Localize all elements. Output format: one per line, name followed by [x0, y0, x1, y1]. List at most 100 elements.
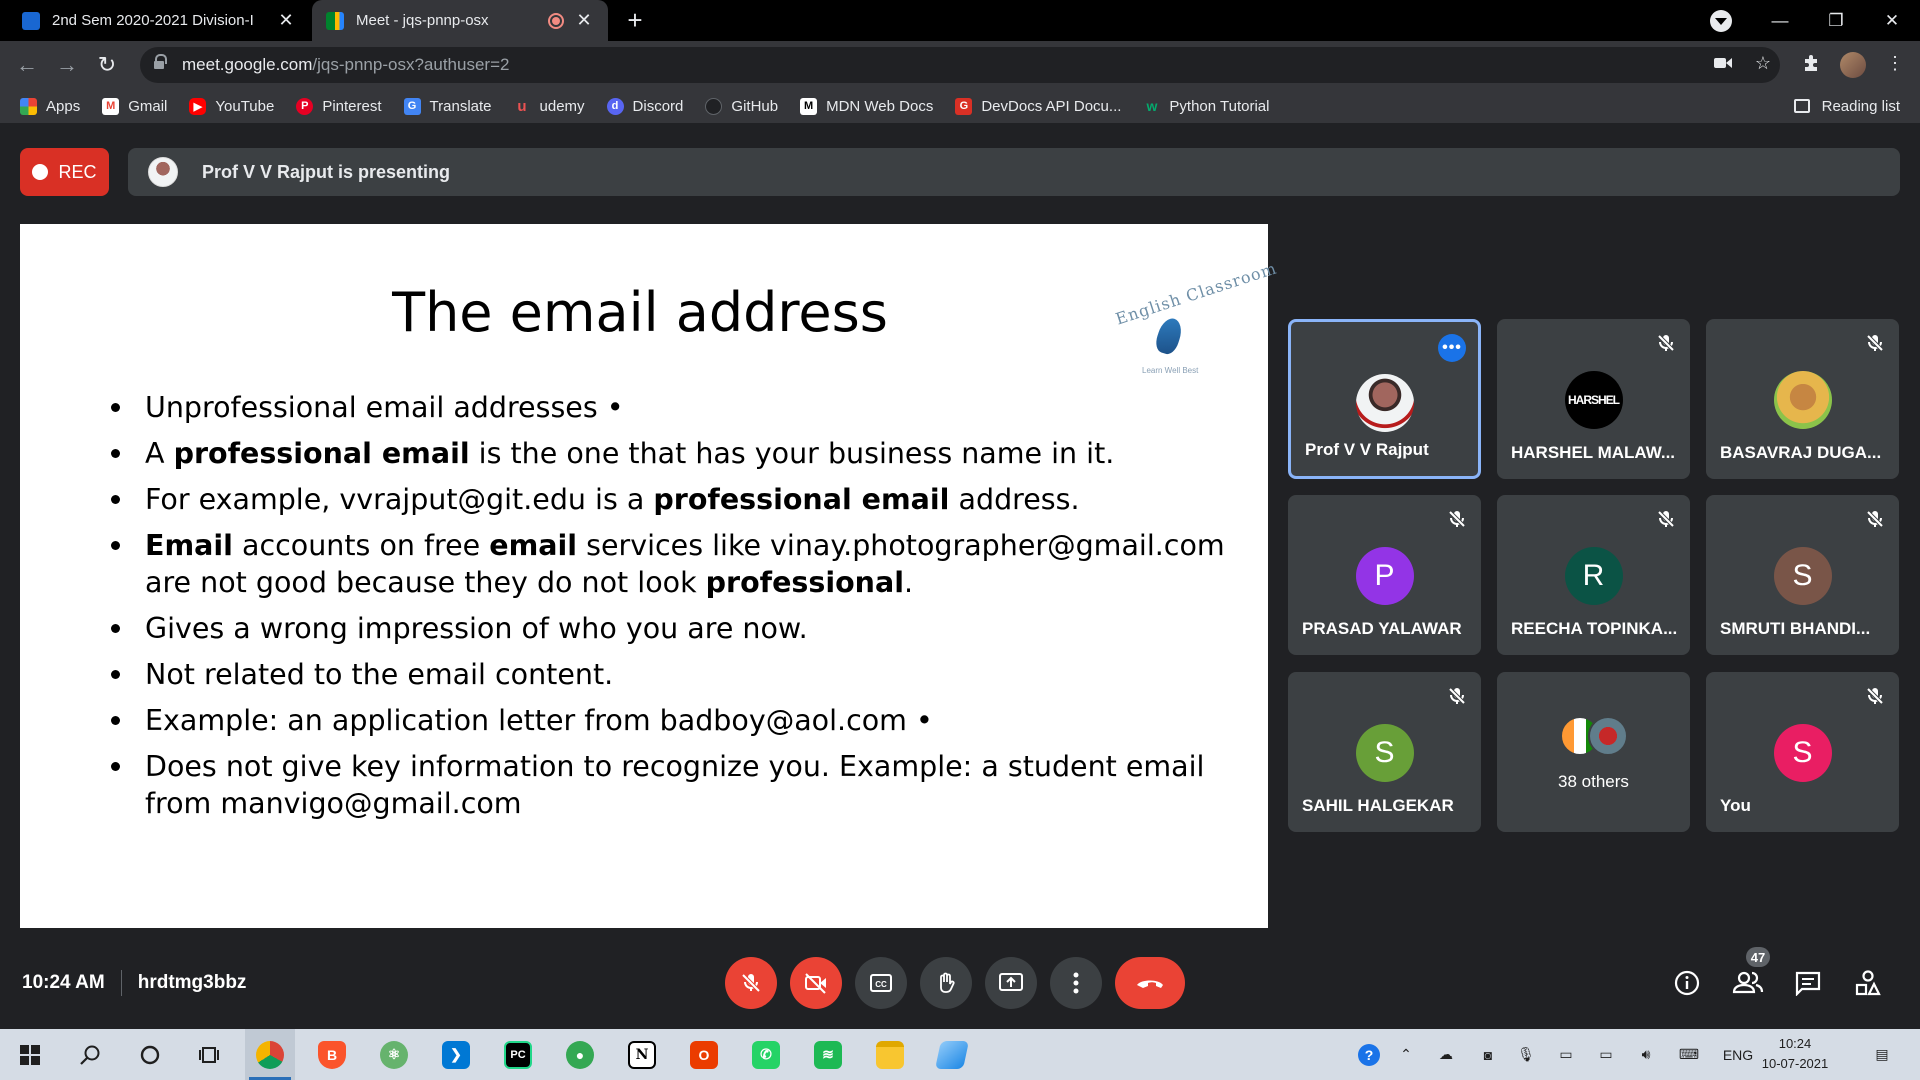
- bookmark-devdocs[interactable]: G DevDocs API Docu...: [955, 97, 1121, 115]
- windows-logo-icon: [20, 1044, 40, 1065]
- others-avatars: [1559, 716, 1628, 756]
- bookmark-discord[interactable]: d Discord: [606, 97, 684, 115]
- bookmark-github[interactable]: GitHub: [705, 97, 778, 115]
- microphone-tray-icon[interactable]: 🎙︎: [1514, 1029, 1538, 1080]
- restore-button[interactable]: ❐: [1808, 0, 1864, 41]
- forward-button[interactable]: →: [52, 50, 82, 80]
- onedrive-tray-icon[interactable]: ☁: [1432, 1029, 1460, 1080]
- camera-toggle-button[interactable]: [790, 957, 842, 1009]
- reading-list-button[interactable]: Reading list: [1793, 89, 1900, 123]
- participant-tile[interactable]: S SMRUTI BHANDI...: [1706, 495, 1899, 655]
- taskbar-vscode[interactable]: ❯: [431, 1029, 481, 1080]
- camera-in-use-icon[interactable]: [1710, 50, 1736, 76]
- more-options-button[interactable]: [1050, 957, 1102, 1009]
- taskbar-atom[interactable]: ⚛: [369, 1029, 419, 1080]
- bookmark-udemy[interactable]: u udemy: [514, 98, 584, 115]
- avatar: [1773, 371, 1832, 429]
- captions-button[interactable]: CC: [855, 957, 907, 1009]
- minimize-button[interactable]: —: [1752, 0, 1808, 41]
- meeting-details-button[interactable]: [1670, 966, 1704, 1000]
- chat-button[interactable]: [1791, 966, 1825, 1000]
- bookmark-mdn[interactable]: M MDN Web Docs: [800, 97, 933, 115]
- activities-button[interactable]: [1851, 966, 1885, 1000]
- network-icon: ▭: [1559, 1046, 1573, 1062]
- reload-button[interactable]: ↻: [92, 50, 122, 80]
- show-hidden-icons-button[interactable]: ⌃: [1394, 1029, 1418, 1080]
- search-button[interactable]: [65, 1029, 115, 1080]
- taskbar-whatsapp[interactable]: ✆: [741, 1029, 791, 1080]
- tab-classroom[interactable]: 2nd Sem 2020-2021 Division-I ✕: [8, 0, 310, 41]
- back-button[interactable]: ←: [12, 50, 42, 80]
- bullet-text: For example, vvrajput@git.edu is a: [145, 483, 654, 516]
- present-screen-button[interactable]: [985, 957, 1037, 1009]
- participant-tile[interactable]: ••• Prof V V Rajput: [1288, 319, 1481, 479]
- extensions-icon[interactable]: [1798, 50, 1824, 76]
- participant-tile[interactable]: BASAVRAJ DUGA...: [1706, 319, 1899, 479]
- camera-tray-icon[interactable]: ◙: [1474, 1029, 1502, 1080]
- clock-date: 10-07-2021: [1761, 1056, 1829, 1071]
- new-tab-button[interactable]: +: [622, 7, 648, 34]
- cortana-button[interactable]: [125, 1029, 175, 1080]
- taskbar-spotify[interactable]: ≋: [803, 1029, 853, 1080]
- taskbar-clock[interactable]: 10:24 10-07-2021: [1750, 1034, 1840, 1074]
- tab-title: Meet - jqs-pnnp-osx: [356, 12, 489, 29]
- bookmark-pinterest[interactable]: P Pinterest: [296, 97, 382, 115]
- volume-tray-icon[interactable]: 🔊︎: [1632, 1029, 1660, 1080]
- taskbar-pycharm[interactable]: PC: [493, 1029, 543, 1080]
- help-tray-icon[interactable]: ?: [1354, 1029, 1384, 1080]
- participant-tile[interactable]: HARSHEL HARSHEL MALAW...: [1497, 319, 1690, 479]
- bookmark-python-tutorial[interactable]: w Python Tutorial: [1143, 98, 1269, 115]
- slide-bullet: Unprofessional email addresses •: [98, 389, 1238, 426]
- taskbar-file-explorer[interactable]: [865, 1029, 915, 1080]
- slide-bullet: A professional email is the one that has…: [98, 435, 1238, 472]
- taskbar-maps[interactable]: ●: [555, 1029, 605, 1080]
- recording-badge[interactable]: REC: [20, 148, 109, 196]
- notification-center-button[interactable]: ▤: [1862, 1029, 1902, 1080]
- bookmark-star-icon[interactable]: ☆: [1750, 50, 1776, 76]
- taskbar-office[interactable]: O: [679, 1029, 729, 1080]
- close-icon[interactable]: ✕: [574, 10, 594, 31]
- participant-tile[interactable]: P PRASAD YALAWAR: [1288, 495, 1481, 655]
- participant-name: You: [1720, 796, 1751, 815]
- taskbar-photos[interactable]: [927, 1029, 977, 1080]
- tab-meet[interactable]: Meet - jqs-pnnp-osx ✕: [312, 0, 608, 41]
- close-icon[interactable]: ✕: [276, 10, 296, 31]
- mic-off-icon: [1866, 510, 1884, 528]
- address-bar[interactable]: meet.google.com/jqs-pnnp-osx?authuser=2: [140, 47, 1780, 83]
- others-tile[interactable]: 38 others: [1497, 672, 1690, 832]
- bookmark-label: Python Tutorial: [1169, 97, 1270, 115]
- mic-off-icon: [1448, 510, 1466, 528]
- taskbar-chrome[interactable]: [245, 1029, 295, 1080]
- mic-toggle-button[interactable]: [725, 957, 777, 1009]
- bookmark-apps[interactable]: Apps: [20, 97, 80, 115]
- start-button[interactable]: [5, 1029, 55, 1080]
- more-options-icon[interactable]: •••: [1438, 334, 1466, 362]
- participant-tile-self[interactable]: S You: [1706, 672, 1899, 832]
- network-tray-icon[interactable]: ▭: [1552, 1029, 1580, 1080]
- more-menu-icon[interactable]: ⋮: [1882, 50, 1908, 76]
- microphone-icon: 🎙︎: [1517, 1046, 1535, 1062]
- taskbar-notion[interactable]: N: [617, 1029, 667, 1080]
- bookmark-gmail[interactable]: M Gmail: [102, 97, 167, 115]
- bookmark-translate[interactable]: G Translate: [403, 97, 492, 115]
- people-button[interactable]: [1731, 966, 1765, 1000]
- bookmark-label: Translate: [429, 97, 492, 115]
- touch-keyboard-button[interactable]: ⌨: [1672, 1029, 1706, 1080]
- participant-tile[interactable]: S SAHIL HALGEKAR: [1288, 672, 1481, 832]
- bookmark-label: Discord: [632, 97, 684, 115]
- slide-bullet: Example: an application letter from badb…: [98, 702, 1238, 739]
- task-view-button[interactable]: [185, 1029, 235, 1080]
- battery-tray-icon[interactable]: ▭: [1592, 1029, 1620, 1080]
- raise-hand-button[interactable]: [920, 957, 972, 1009]
- meeting-code[interactable]: hrdtmg3bbz: [138, 972, 247, 994]
- leave-call-button[interactable]: [1115, 957, 1185, 1009]
- participant-name: Prof V V Rajput: [1305, 440, 1429, 459]
- close-window-button[interactable]: ✕: [1864, 0, 1920, 41]
- taskbar-brave[interactable]: B: [307, 1029, 357, 1080]
- more-vert-icon: [1073, 972, 1079, 994]
- profile-avatar[interactable]: [1840, 52, 1866, 78]
- bookmark-youtube[interactable]: ▶ YouTube: [189, 97, 274, 115]
- participant-tile[interactable]: R REECHA TOPINKA...: [1497, 495, 1690, 655]
- hang-up-icon: [1137, 980, 1163, 988]
- tab-search-button[interactable]: [1710, 10, 1732, 32]
